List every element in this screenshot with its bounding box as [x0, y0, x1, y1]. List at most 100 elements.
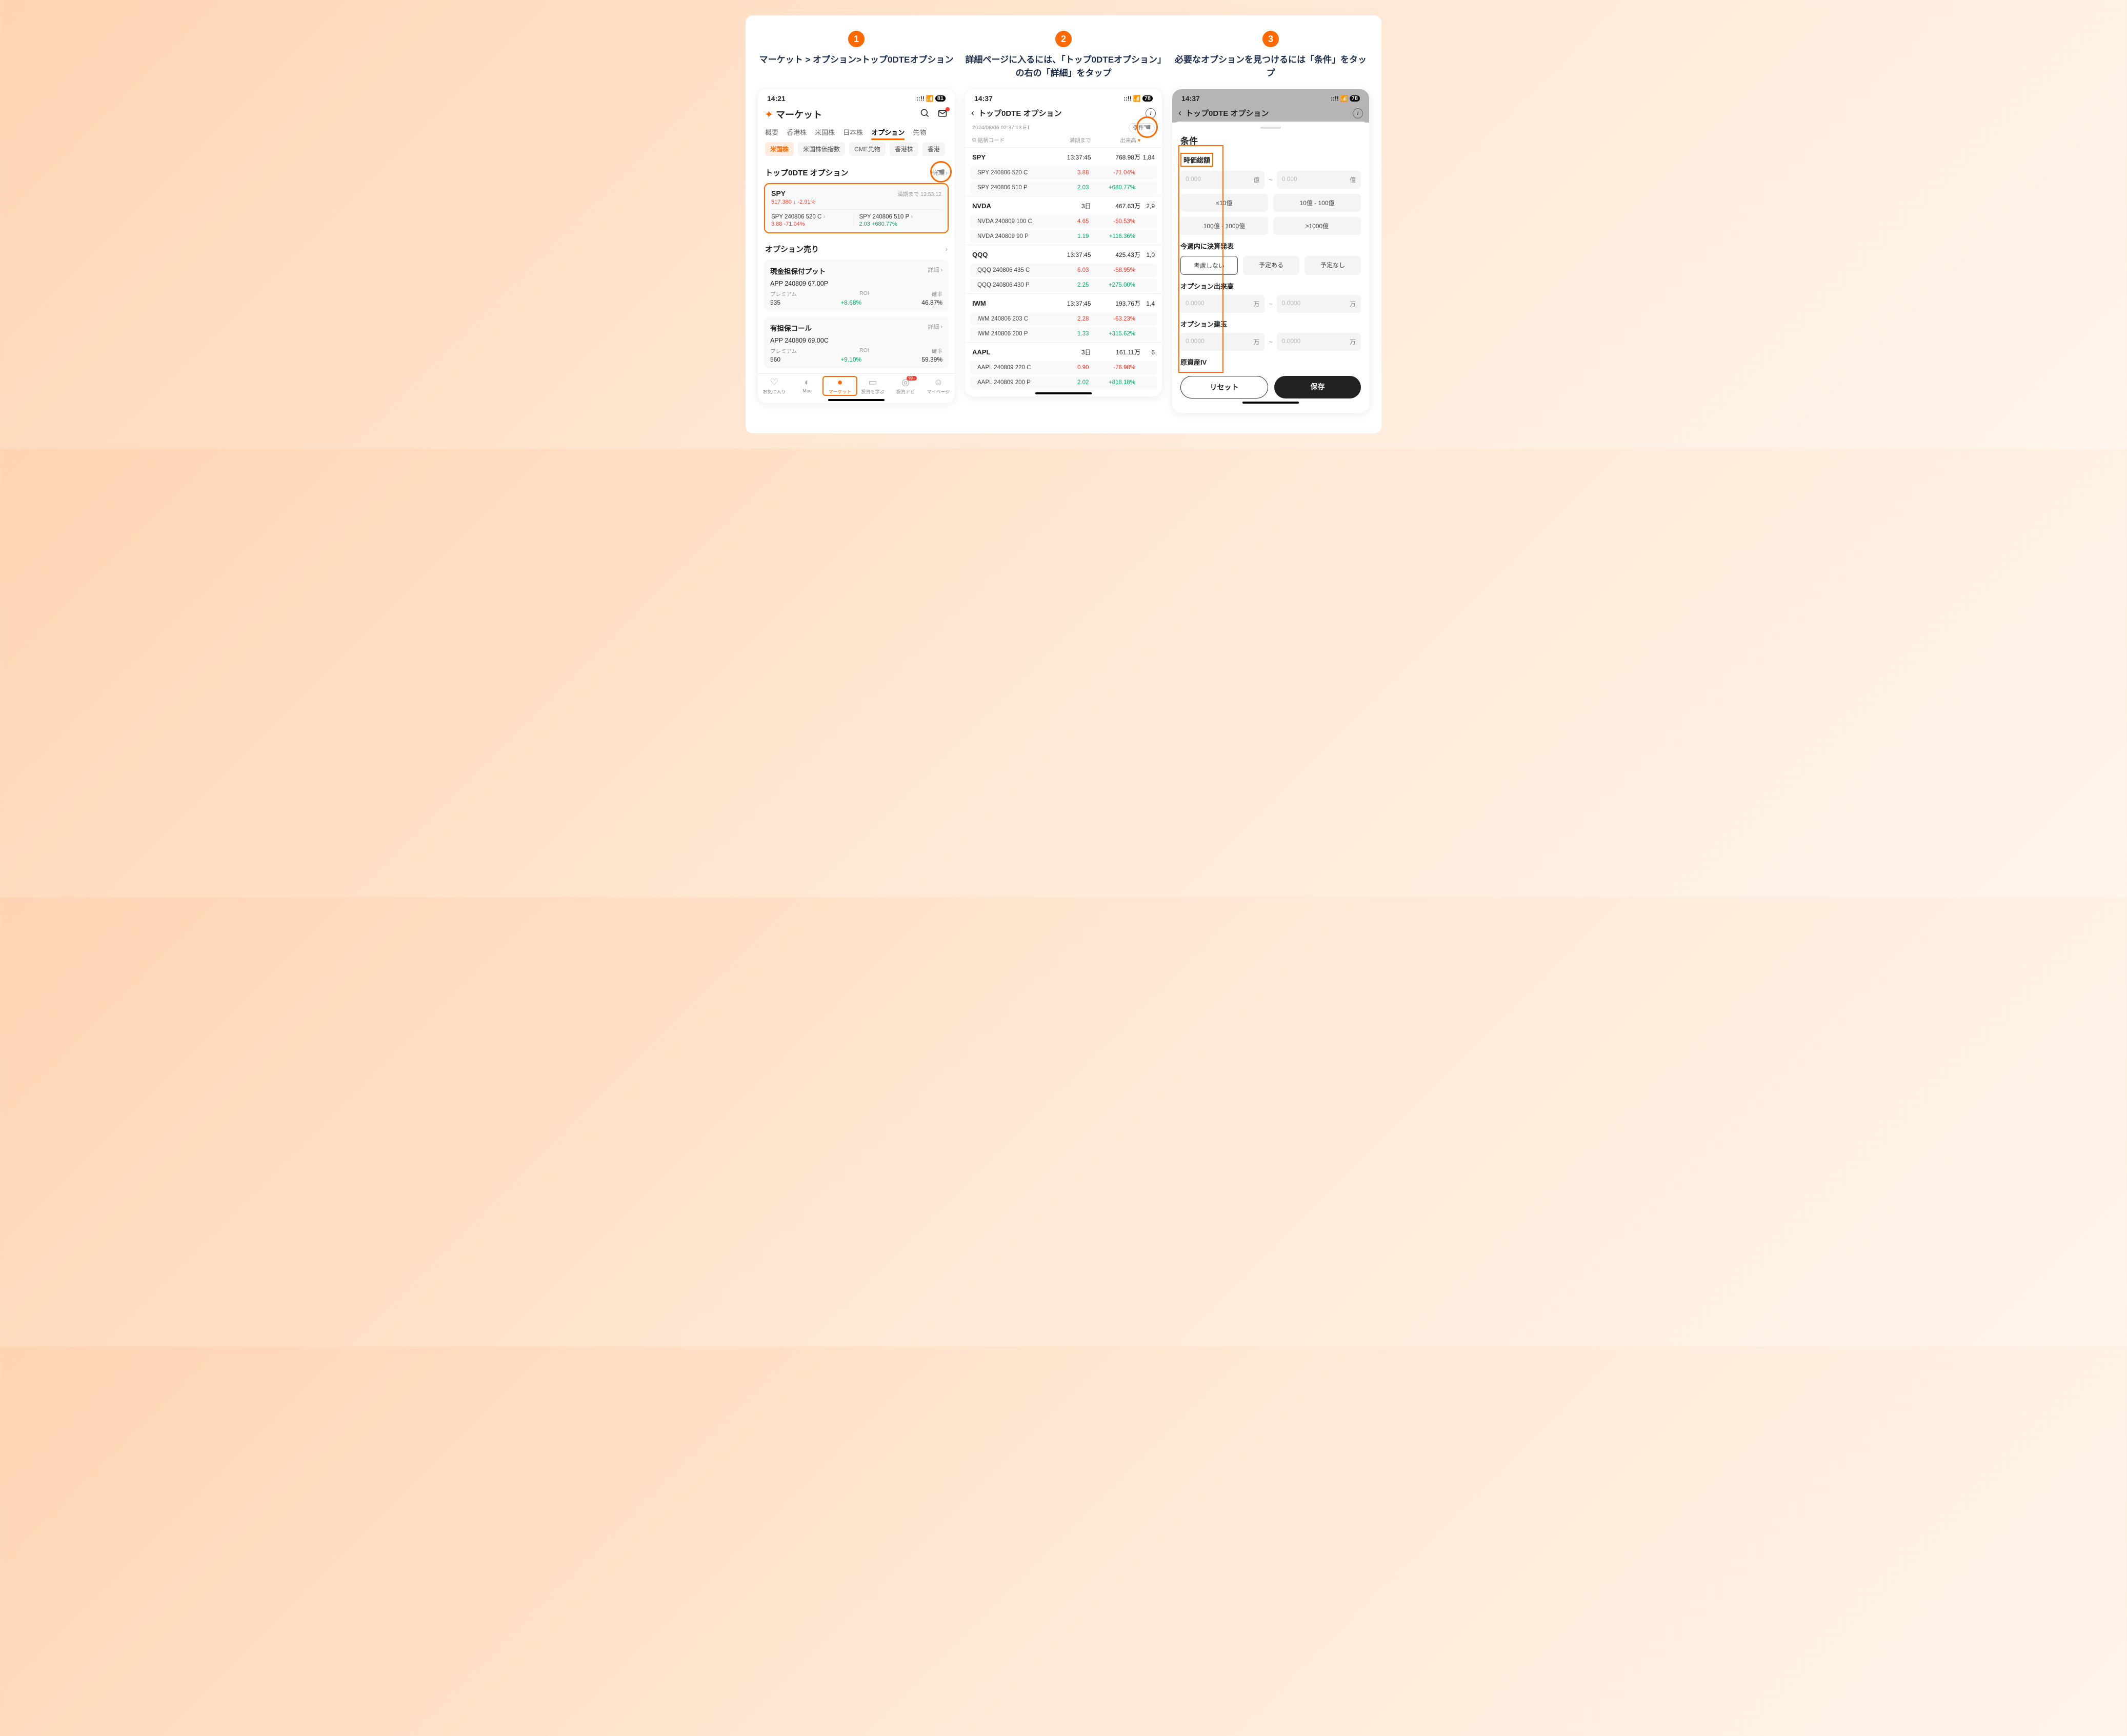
spy-put-name: SPY 240806 510 P [859, 214, 909, 220]
covered-call-card[interactable]: 有担保コール詳細 › APP 240809 69.00C プレミアムROI確率 … [764, 316, 949, 368]
sort-volume[interactable]: 出来高 [1120, 137, 1136, 144]
symbol-row[interactable]: NVDA3日467.63万2,9 [965, 196, 1162, 213]
info-icon[interactable]: i [1353, 108, 1363, 118]
earn-opt-yes[interactable]: 予定ある [1243, 256, 1299, 275]
status-time: 14:37 [1181, 94, 1200, 103]
nav-moo[interactable]: ◐Moo [791, 377, 824, 395]
notification-dot-icon [946, 107, 950, 111]
nav-badge: 99+ [907, 376, 917, 381]
mcap-opt-3[interactable]: 100億 - 1000億 [1180, 217, 1268, 235]
opt-oi-label: オプション建玉 [1180, 319, 1361, 329]
nav-mypage[interactable]: ☺マイページ [922, 377, 955, 395]
earnings-label: 今週内に決算発表 [1180, 241, 1361, 251]
market-tab[interactable]: 米国株 [815, 127, 835, 137]
sheet-grabber[interactable] [1260, 127, 1281, 129]
mcap-max-input[interactable]: 0.000億 [1277, 171, 1361, 189]
step-badge-2: 2 [1055, 31, 1072, 47]
section-title-sell: オプション売り [765, 244, 819, 254]
nav-navi[interactable]: ◎99+投資ナビ [889, 377, 922, 395]
spy-symbol: SPY [771, 189, 786, 197]
market-tab[interactable]: 日本株 [843, 127, 863, 137]
globe-icon: ● [824, 377, 856, 388]
market-tab[interactable]: オプション [871, 127, 905, 137]
option-row[interactable]: AAPL 240809 200 P2.02+818.18% [970, 376, 1157, 389]
symbol-row[interactable]: IWM13:37:45193.76万1,4 [965, 294, 1162, 311]
page-title: トップ0DTE オプション [978, 108, 1141, 118]
mail-icon[interactable] [937, 108, 948, 121]
status-bar: 14:21 ::!! ︎📶 81 [758, 89, 955, 106]
earn-opt-ignore[interactable]: 考慮しない [1180, 256, 1238, 275]
sort-expiry[interactable]: 満期まで [1041, 136, 1091, 144]
covcall-roi: +9.10% [840, 356, 861, 363]
spy-call-px: 3.88 [771, 221, 782, 227]
nav-market[interactable]: ●マーケット [824, 377, 856, 395]
wifi-icon: ︎📶 [1133, 95, 1141, 102]
tap-hint-icon: ☚ [930, 161, 952, 183]
wifi-icon: ︎📶 [1340, 95, 1348, 102]
region-chip[interactable]: 香港 [922, 142, 945, 156]
mcap-label: 時価総額 [1180, 153, 1213, 167]
market-tab[interactable]: 香港株 [787, 127, 807, 137]
back-button[interactable]: ‹ [1178, 108, 1181, 118]
nav-favorites[interactable]: ♡お気に入り [758, 377, 791, 395]
mcap-opt-4[interactable]: ≥1000億 [1273, 217, 1361, 235]
spy-card[interactable]: SPY 満期まで 13:53:12 517.380 ↓ -2.91% SPY 2… [764, 183, 949, 233]
region-chip[interactable]: CME先物 [849, 142, 886, 156]
spy-call-chg: -71.04% [784, 221, 805, 227]
status-time: 14:37 [974, 94, 993, 103]
covcall-premium: 560 [770, 356, 780, 363]
symbol-row[interactable]: SPY13:37:45768.98万1,84 [965, 148, 1162, 165]
market-tab[interactable]: 概要 [765, 127, 778, 137]
home-indicator [1242, 402, 1299, 404]
mcap-min-input[interactable]: 0.000億 [1180, 171, 1265, 189]
symbol-row[interactable]: AAPL3日161.11万6 [965, 343, 1162, 360]
battery-icon: 81 [935, 95, 946, 102]
oi-max-input[interactable]: 0.0000万 [1277, 333, 1361, 351]
signal-icon: ::!! [1123, 95, 1132, 102]
step-badge-1: 1 [848, 31, 865, 47]
bottom-nav: ♡お気に入り ◐Moo ●マーケット ▭投資を学ぶ ◎99+投資ナビ ☺マイペー… [758, 373, 955, 396]
option-row[interactable]: SPY 240806 510 P2.03+680.77% [970, 181, 1157, 194]
spy-price: 517.380 [771, 199, 792, 205]
earn-opt-no[interactable]: 予定なし [1305, 256, 1361, 275]
phone-screen-1: 14:21 ::!! ︎📶 81 ✦ マーケット [758, 89, 955, 403]
option-row[interactable]: IWM 240806 203 C2.28-63.23% [970, 312, 1157, 326]
option-row[interactable]: IWM 240806 200 P1.33+315.62% [970, 327, 1157, 341]
cash-put-card[interactable]: 現金担保付プット詳細 › APP 240809 67.00P プレミアムROI確… [764, 260, 949, 311]
search-icon[interactable] [920, 108, 930, 121]
market-tab[interactable]: 先物 [913, 127, 926, 137]
sheet-title: 条件 [1180, 134, 1361, 147]
vol-max-input[interactable]: 0.0000万 [1277, 295, 1361, 313]
region-chip[interactable]: 米国株 [765, 142, 794, 156]
reset-button[interactable]: リセット [1180, 376, 1268, 398]
back-button[interactable]: ‹ [971, 108, 974, 118]
save-button[interactable]: 保存 [1274, 376, 1361, 398]
sell-more[interactable]: › [946, 246, 948, 253]
moo-icon: ◐ [791, 377, 824, 388]
nav-learn[interactable]: ▭投資を学ぶ [856, 377, 889, 395]
region-chip[interactable]: 香港株 [890, 142, 918, 156]
cashput-prob: 46.87% [921, 299, 942, 306]
option-row[interactable]: QQQ 240806 430 P2.25+275.00% [970, 278, 1157, 292]
phone-screen-2: 14:37 ::!! ︎📶 78 ‹ トップ0DTE オプション i 2024/… [965, 89, 1162, 396]
vol-min-input[interactable]: 0.0000万 [1180, 295, 1265, 313]
option-row[interactable]: SPY 240806 520 C3.88-71.04% [970, 166, 1157, 179]
spy-call-name: SPY 240806 520 C [771, 214, 821, 220]
oi-min-input[interactable]: 0.0000万 [1180, 333, 1265, 351]
compass-icon: ◎ [889, 377, 922, 388]
page-title: トップ0DTE オプション [1186, 108, 1349, 118]
option-row[interactable]: NVDA 240809 90 P1.19+116.36% [970, 230, 1157, 243]
step-title-1: マーケット > オプション>トップ0DTEオプション [759, 53, 954, 80]
step-title-2: 詳細ページに入るには、「トップ0DTEオプション」の右の「詳細」をタップ [965, 53, 1162, 80]
symbol-row[interactable]: QQQ13:37:45425.43万1,0 [965, 245, 1162, 262]
app-title: マーケット [776, 108, 822, 121]
cashput-name: APP 240809 67.00P [770, 280, 942, 287]
option-row[interactable]: AAPL 240809 220 C0.90-76.98% [970, 361, 1157, 374]
option-row[interactable]: NVDA 240809 100 C4.65-50.53% [970, 215, 1157, 228]
app-logo-icon: ✦ [765, 109, 773, 120]
mcap-opt-2[interactable]: 10億 - 100億 [1273, 194, 1361, 212]
mcap-opt-1[interactable]: ≤10億 [1180, 194, 1268, 212]
cashput-premium: 535 [770, 299, 780, 306]
option-row[interactable]: QQQ 240806 435 C6.03-58.95% [970, 264, 1157, 277]
region-chip[interactable]: 米国株価指数 [798, 142, 845, 156]
